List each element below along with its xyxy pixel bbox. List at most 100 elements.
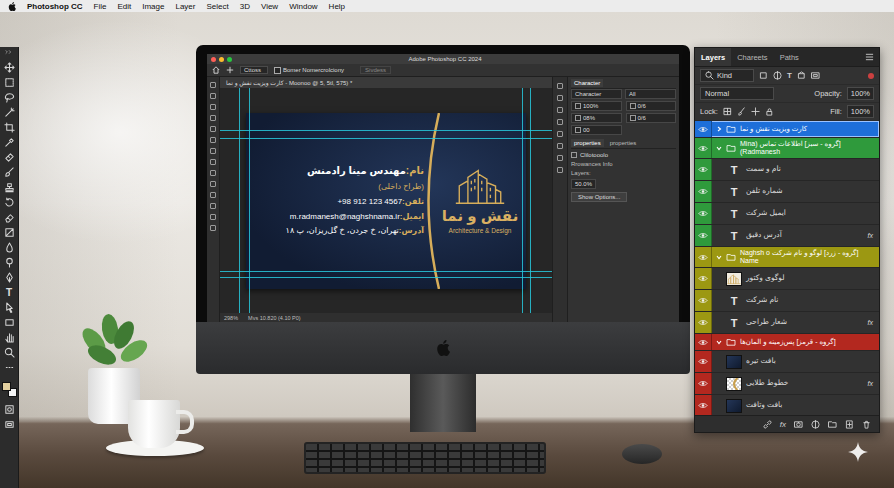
magic-wand-icon[interactable] [4, 107, 15, 118]
style-dropdown[interactable]: All [625, 89, 676, 99]
layer-row[interactable]: Tشماره تلفن [695, 181, 879, 203]
pixel-filter-icon[interactable] [759, 71, 768, 80]
layer-name[interactable]: کارت ویزیت نقش و نما [740, 125, 873, 133]
filter-toggle[interactable] [868, 73, 874, 79]
zoom-level[interactable]: 298% [224, 315, 238, 321]
fill-field[interactable]: 100% [847, 105, 874, 118]
smart-object-filter-icon[interactable] [811, 71, 820, 80]
layer-name[interactable]: شعار طراحی [746, 318, 864, 327]
blend-mode-dropdown[interactable]: Normal [700, 87, 774, 100]
eye-icon[interactable] [698, 297, 708, 304]
tool-icon[interactable] [210, 170, 216, 176]
app-name[interactable]: Photoshop CC [27, 2, 83, 11]
visibility-toggle[interactable] [695, 395, 712, 415]
menu-item[interactable]: Image [142, 2, 164, 11]
layer-row[interactable]: لوگوی وکتور [695, 268, 879, 290]
collapse-icon[interactable] [4, 49, 14, 55]
guide-line[interactable] [249, 88, 250, 313]
tool-button[interactable] [1, 256, 18, 269]
tool-icon[interactable] [210, 148, 216, 154]
panel-tab[interactable]: properties [607, 139, 640, 147]
tool-icon[interactable] [210, 214, 216, 220]
auto-select-checkbox[interactable]: Bomer Nomercrolciony [274, 67, 344, 74]
pen-icon[interactable] [4, 272, 15, 283]
visibility-toggle[interactable] [695, 268, 712, 289]
layer-name[interactable]: خطوط طلایی [746, 379, 864, 388]
panel-icon[interactable] [557, 167, 563, 173]
visibility-toggle[interactable] [695, 121, 712, 137]
eye-icon[interactable] [698, 232, 708, 239]
eye-icon[interactable] [698, 380, 708, 387]
panel-tab[interactable]: Paths [774, 48, 805, 66]
link-icon[interactable] [763, 420, 772, 429]
layer-name[interactable]: بافت وتافت [746, 401, 873, 410]
layer-row[interactable]: Tآدرس دقیقfx [695, 225, 879, 247]
lock-all-icon[interactable] [765, 107, 774, 116]
shape-filter-icon[interactable] [797, 71, 806, 80]
eye-icon[interactable] [698, 166, 708, 173]
guide-line[interactable] [530, 88, 531, 313]
eye-icon[interactable] [698, 319, 708, 326]
layer-row[interactable]: بافت وتافت [695, 395, 879, 415]
lock-position-icon[interactable] [751, 107, 760, 116]
tool-icon[interactable] [210, 203, 216, 209]
apple-icon[interactable] [8, 2, 16, 11]
panel-icon[interactable] [557, 155, 563, 161]
menu-item[interactable]: Edit [117, 2, 131, 11]
zoom-button[interactable] [227, 57, 232, 62]
eye-icon[interactable] [698, 210, 708, 217]
quick-mask-icon[interactable] [4, 404, 15, 415]
guide-line[interactable] [220, 277, 552, 278]
layer-row[interactable]: [گروه - زرد] لوگو و نام شرکت Naghsh o Na… [695, 247, 879, 268]
tool-button[interactable] [1, 91, 18, 104]
layer-name[interactable]: بافت تیره [746, 357, 873, 366]
tool-button[interactable] [1, 151, 18, 164]
document-tab[interactable]: کارت ویزیت نقش و نما - Moonoo @ 5, 5tl, … [220, 77, 552, 88]
tool-button[interactable] [1, 211, 18, 224]
tool-button[interactable] [1, 181, 18, 194]
guide-line[interactable] [522, 88, 523, 313]
type-tool[interactable]: T [1, 286, 18, 299]
layer-name[interactable]: آدرس دقیق [746, 231, 864, 240]
hand-icon[interactable] [4, 332, 15, 343]
layer-name[interactable]: ایمیل شرکت [746, 209, 873, 218]
font-dropdown[interactable]: Character [571, 89, 622, 99]
layer-row[interactable]: خطوط طلاییfx [695, 373, 879, 395]
eye-icon[interactable] [698, 254, 708, 261]
tool-button[interactable] [1, 346, 18, 359]
guide-line[interactable] [220, 271, 552, 272]
tool-button[interactable] [1, 226, 18, 239]
layer-row[interactable]: Tنام شرکت [695, 290, 879, 312]
panel-icon[interactable] [557, 143, 563, 149]
tool-button[interactable] [1, 61, 18, 74]
tool-button[interactable] [1, 166, 18, 179]
move-icon[interactable] [226, 66, 234, 74]
layer-row[interactable]: [گروه - سبز] اطلاعات تماس (Mina Radmanes… [695, 138, 879, 159]
eye-icon[interactable] [698, 402, 708, 409]
tool-button[interactable] [1, 76, 18, 89]
checkbox[interactable] [274, 67, 281, 74]
layer-row[interactable]: کارت ویزیت نقش و نما [695, 121, 879, 138]
home-icon[interactable] [212, 66, 220, 74]
layer-name[interactable]: نام شرکت [746, 296, 873, 305]
eye-icon[interactable] [698, 126, 708, 133]
tool-icon[interactable] [210, 82, 216, 88]
tool-icon[interactable] [210, 192, 216, 198]
marquee-icon[interactable] [4, 77, 15, 88]
tool-button[interactable] [1, 331, 18, 344]
effects-badge[interactable]: fx [868, 232, 873, 239]
layer-name[interactable]: شماره تلفن [746, 187, 873, 196]
gradient-icon[interactable] [4, 227, 15, 238]
guide-line[interactable] [220, 138, 552, 139]
screen-mode-icon[interactable] [4, 419, 15, 430]
add-style-button[interactable]: fx [780, 420, 786, 429]
lasso-icon[interactable] [4, 92, 15, 103]
tool-icon[interactable] [210, 137, 216, 143]
layer-row[interactable]: Tایمیل شرکت [695, 203, 879, 225]
menu-item[interactable]: Help [329, 2, 345, 11]
eyedropper-icon[interactable] [4, 137, 15, 148]
panel-tab[interactable]: Chareets [731, 48, 773, 66]
tool-button[interactable] [1, 403, 18, 416]
panel-tab[interactable]: Character [571, 79, 603, 87]
tool-icon[interactable] [210, 93, 216, 99]
